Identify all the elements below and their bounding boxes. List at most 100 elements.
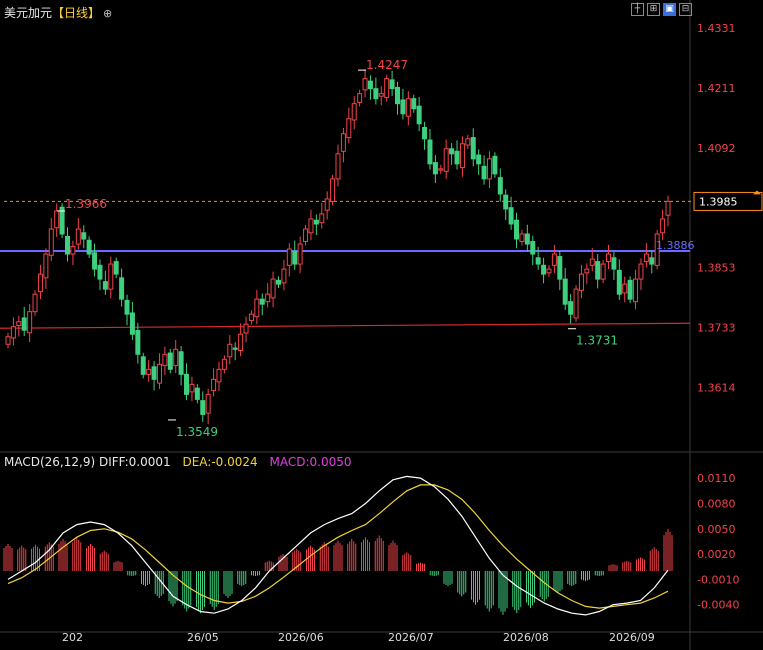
candle bbox=[665, 195, 671, 227]
candle bbox=[416, 96, 422, 132]
candle bbox=[638, 258, 644, 291]
extreme-label: 1.3731 bbox=[576, 334, 618, 348]
candle-body bbox=[330, 178, 336, 202]
candle-body bbox=[194, 387, 200, 400]
candle bbox=[308, 209, 314, 241]
candle bbox=[405, 91, 411, 126]
candle bbox=[389, 70, 395, 97]
candle-body bbox=[373, 88, 379, 100]
candle-body bbox=[221, 358, 227, 370]
extreme-label: 1.3966 bbox=[65, 197, 107, 211]
candle bbox=[281, 259, 287, 291]
close-icon[interactable]: ⊟ bbox=[679, 3, 692, 16]
chart-icon[interactable]: ▣ bbox=[663, 3, 676, 16]
candle bbox=[43, 248, 49, 289]
candle-body bbox=[27, 311, 33, 334]
candle-body bbox=[292, 251, 298, 265]
candle bbox=[432, 155, 438, 184]
candle bbox=[254, 289, 260, 325]
x-tick-label: 2026/08 bbox=[503, 631, 549, 644]
macd-y-tick-label: 0.0080 bbox=[697, 497, 736, 510]
candle bbox=[265, 283, 271, 308]
candle-body bbox=[156, 363, 162, 384]
candle bbox=[313, 214, 319, 236]
candle-body bbox=[21, 317, 27, 331]
candle bbox=[21, 306, 27, 336]
candle-body bbox=[557, 256, 563, 280]
candle-body bbox=[324, 198, 330, 211]
candle-body bbox=[600, 263, 606, 280]
candle-body bbox=[605, 253, 611, 263]
candle bbox=[449, 143, 455, 165]
candle bbox=[275, 276, 281, 289]
candle-body bbox=[146, 368, 152, 375]
candle bbox=[438, 164, 444, 175]
candle-body bbox=[660, 218, 666, 234]
chart-canvas[interactable]: 1.4331 1.4211 1.4092 1.3853 1.3733 1.3614 1.39… bbox=[0, 0, 763, 650]
candle bbox=[248, 310, 254, 325]
candle-body bbox=[243, 323, 249, 334]
macd-label: MACD:0.0050 bbox=[269, 455, 352, 469]
candle-body bbox=[551, 253, 557, 266]
dea-label: DEA:-0.0024 bbox=[182, 455, 258, 469]
candle-body bbox=[400, 99, 406, 115]
y-tick-label: 1.4092 bbox=[697, 142, 736, 155]
candle bbox=[65, 227, 71, 262]
candle-body bbox=[16, 321, 22, 326]
candle bbox=[519, 229, 525, 246]
candle-body bbox=[92, 252, 98, 270]
candle bbox=[184, 363, 190, 401]
candle-body bbox=[541, 264, 547, 275]
candle bbox=[16, 315, 22, 337]
x-tick-label: 2026/07 bbox=[388, 631, 434, 644]
candle bbox=[48, 217, 54, 262]
candle bbox=[492, 152, 498, 178]
circle-plus-icon[interactable]: ⊕ bbox=[103, 7, 112, 20]
candle bbox=[292, 240, 298, 270]
candle bbox=[584, 263, 590, 284]
candle bbox=[400, 88, 406, 120]
macd-y-tick-label: -0.0010 bbox=[697, 573, 739, 586]
candle-body bbox=[184, 373, 190, 395]
macd-y-tick-label: -0.0040 bbox=[697, 599, 739, 612]
y-tick-label: 1.3853 bbox=[697, 262, 736, 275]
extreme-label: 1.4247 bbox=[366, 58, 408, 72]
candle-body bbox=[665, 200, 671, 216]
candle bbox=[551, 244, 557, 273]
candle-body bbox=[135, 329, 141, 355]
support-line-label: 1.3886 bbox=[656, 239, 695, 252]
x-tick-label: 26/05 bbox=[187, 631, 219, 644]
candle-body bbox=[238, 333, 244, 352]
candle-body bbox=[65, 236, 71, 255]
diff-label: DIFF:0.0001 bbox=[98, 455, 171, 469]
candle-body bbox=[265, 293, 271, 303]
candle bbox=[54, 203, 60, 238]
candle bbox=[221, 355, 227, 374]
candle-body bbox=[162, 353, 168, 367]
candle-body bbox=[638, 263, 644, 280]
candle-body bbox=[151, 366, 157, 380]
candle bbox=[530, 235, 536, 266]
candle-body bbox=[562, 278, 568, 305]
candle-body bbox=[48, 228, 54, 256]
y-tick-label: 1.3733 bbox=[697, 322, 736, 335]
candle-body bbox=[568, 301, 574, 315]
candle bbox=[81, 225, 87, 249]
candle-body bbox=[346, 118, 352, 139]
candle-body bbox=[578, 273, 584, 291]
candle bbox=[167, 349, 173, 374]
crosshair-icon[interactable]: ┼ bbox=[631, 3, 644, 16]
candle-body bbox=[37, 273, 43, 293]
candle-body bbox=[227, 343, 233, 358]
candle bbox=[335, 144, 341, 187]
candle bbox=[476, 149, 482, 175]
interval-label[interactable]: 【日线】 bbox=[52, 6, 100, 20]
candle-body bbox=[524, 233, 530, 245]
candle bbox=[340, 128, 346, 163]
grid-icon[interactable]: ⊞ bbox=[647, 3, 660, 16]
candle-body bbox=[611, 257, 617, 270]
candle bbox=[135, 322, 141, 364]
candle bbox=[486, 151, 492, 189]
candle-body bbox=[200, 400, 206, 415]
candle bbox=[411, 94, 417, 113]
